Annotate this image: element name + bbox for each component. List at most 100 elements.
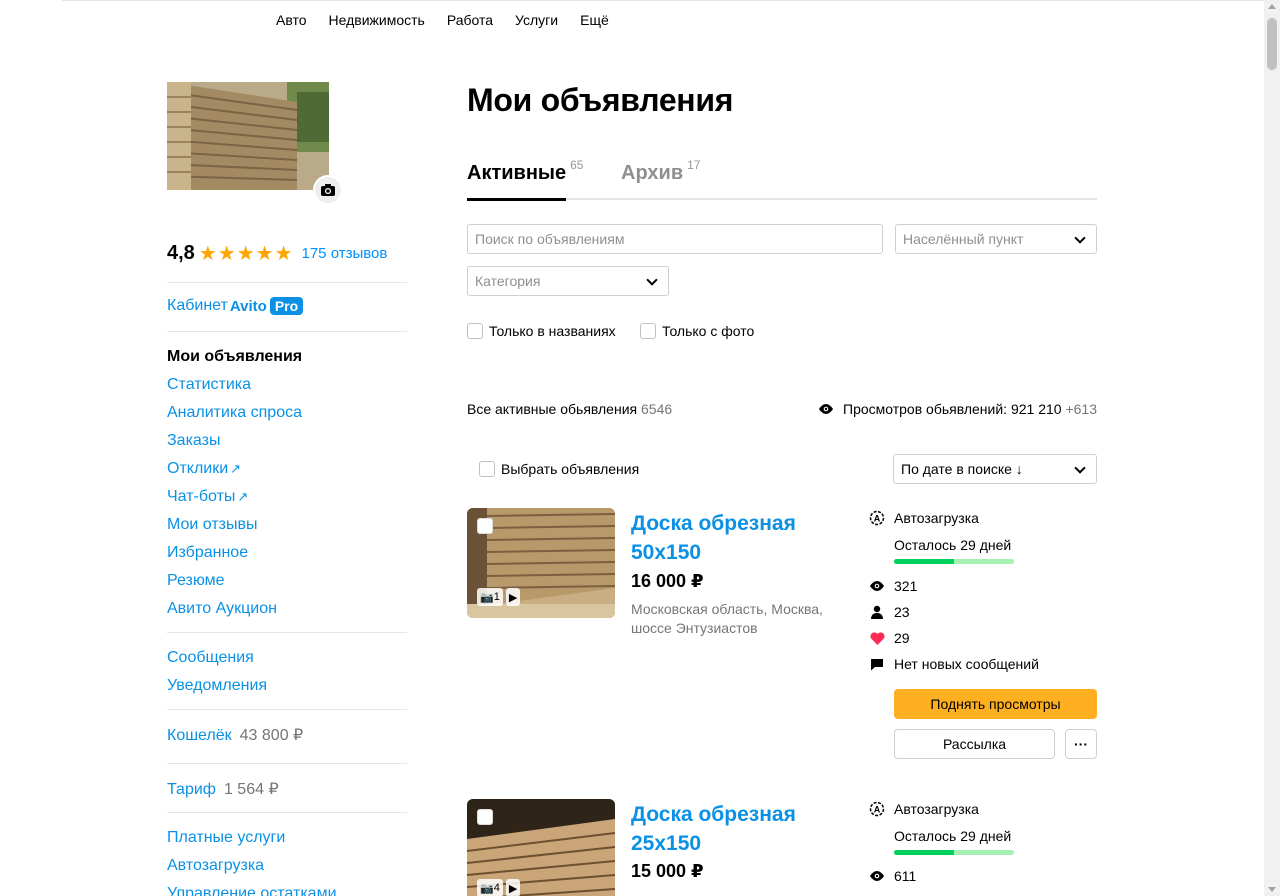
views-count: 611 [894, 868, 917, 884]
eye-icon [819, 404, 833, 414]
sidebar-wallet[interactable]: Кошелёк 43 800 ₽ [167, 725, 303, 745]
nav-jobs[interactable]: Работа [447, 12, 493, 28]
sidebar-divider [167, 812, 407, 813]
nav-services[interactable]: Услуги [515, 12, 558, 28]
autoload-label: Автозагрузка [894, 801, 979, 817]
external-link-icon: ↗ [230, 461, 242, 476]
listing-select-checkbox[interactable] [477, 809, 493, 825]
sidebar-item-notifications[interactable]: Уведомления [167, 676, 267, 704]
listing-photo[interactable]: 📷 1 ▶ [467, 508, 615, 618]
photo-badges: 📷 1 ▶ [477, 588, 521, 606]
sidebar-item-messages[interactable]: Сообщения [167, 648, 267, 676]
play-icon: ▶ [508, 591, 518, 604]
profile-avatar[interactable] [167, 82, 329, 190]
sidebar-item-auction[interactable]: Авито Аукцион [167, 599, 302, 627]
sidebar-divider [167, 632, 407, 633]
city-select[interactable]: Населённый пункт [895, 224, 1097, 254]
views-stat: 321 [869, 578, 917, 594]
top-nav: Авто Недвижимость Работа Услуги Ещё [276, 12, 609, 28]
scrollbar-thumb[interactable] [1267, 18, 1277, 70]
nav-realty[interactable]: Недвижимость [329, 12, 425, 28]
pro-badge: Pro [269, 297, 304, 315]
sort-select[interactable]: По дате в поиске ↓ [893, 454, 1097, 484]
scroll-up-icon[interactable] [1268, 4, 1276, 9]
category-select-placeholder: Категория [475, 273, 541, 289]
raise-views-button[interactable]: Поднять просмотры [894, 689, 1097, 719]
page-scrollbar[interactable] [1264, 0, 1280, 896]
select-ads-label: Выбрать объявления [501, 461, 640, 477]
wallet-value: 43 800 ₽ [239, 727, 304, 744]
checkbox-box [467, 323, 483, 339]
sidebar-item-stock-management[interactable]: Управление остатками [167, 884, 337, 896]
sidebar-item-demand-analytics[interactable]: Аналитика спроса [167, 403, 302, 431]
sidebar-item-paid-services[interactable]: Платные услуги [167, 828, 337, 856]
checkbox-box [640, 323, 656, 339]
tab-archive[interactable]: Архив 17 [621, 158, 700, 185]
tab-active[interactable]: Активные 65 [467, 158, 584, 201]
listing-photo[interactable]: 📷 4 ▶ [467, 799, 615, 896]
sidebar-messages-group: Сообщения Уведомления [167, 648, 267, 704]
scroll-down-icon[interactable] [1268, 887, 1276, 892]
sidebar-tariff[interactable]: Тариф 1 564 ₽ [167, 779, 279, 799]
mailing-button[interactable]: Рассылка [894, 729, 1055, 759]
top-border [62, 0, 1264, 1]
camera-icon: 📷 [480, 882, 494, 895]
only-photo-checkbox[interactable]: Только с фото [640, 323, 754, 339]
city-select-placeholder: Населённый пункт [903, 231, 1024, 247]
favorites-stat: 29 [869, 630, 910, 646]
video-badge: ▶ [505, 879, 521, 896]
remaining-progress-fill [894, 559, 954, 564]
more-actions-button[interactable]: ··· [1065, 729, 1097, 759]
wallet-label: Кошелёк [167, 727, 232, 744]
chevron-down-icon [646, 274, 658, 286]
sidebar-item-resume[interactable]: Резюме [167, 571, 302, 599]
eye-icon [870, 871, 884, 881]
photo-count: 4 [493, 882, 500, 894]
photo-badges: 📷 4 ▶ [477, 879, 521, 896]
tariff-value: 1 564 ₽ [223, 781, 279, 798]
svg-text:A: A [874, 514, 881, 524]
nav-more[interactable]: Ещё [580, 12, 609, 28]
camera-icon [321, 184, 335, 196]
reviews-link[interactable]: 175 отзывов [302, 245, 388, 262]
listing-title[interactable]: Доска обрезная 50х150 [631, 509, 841, 567]
cabinet-pro-link[interactable]: Кабинет Avito Pro [167, 297, 304, 315]
sidebar-divider [167, 709, 407, 710]
star-icon: ★ [274, 242, 293, 265]
listing-select-checkbox[interactable] [477, 518, 493, 534]
only-titles-label: Только в названиях [489, 323, 616, 339]
sidebar-item-autoload[interactable]: Автозагрузка [167, 856, 337, 884]
change-photo-button[interactable] [313, 175, 343, 205]
tab-active-count: 65 [570, 158, 584, 172]
messages-stat: Нет новых сообщений [869, 656, 1039, 672]
messages-status: Нет новых сообщений [894, 656, 1039, 672]
autoload-status: A Автозагрузка [869, 801, 979, 817]
listing-price: 16 000 ₽ [631, 571, 704, 591]
video-badge: ▶ [505, 588, 521, 606]
sidebar-item-favorites[interactable]: Избранное [167, 543, 302, 571]
sidebar-item-statistics[interactable]: Статистика [167, 375, 302, 403]
heart-icon [869, 631, 885, 645]
listing-title[interactable]: Доска обрезная 25х150 [631, 800, 841, 858]
sidebar-item-responses[interactable]: Отклики ↗ [167, 459, 302, 487]
autoload-status: A Автозагрузка [869, 510, 979, 526]
sidebar-item-my-reviews[interactable]: Мои отзывы [167, 515, 302, 543]
search-input[interactable]: Поиск по объявлениям [467, 224, 883, 254]
category-select[interactable]: Категория [467, 266, 669, 296]
tabs: Активные 65 Архив 17 [467, 158, 1097, 201]
autoload-icon: A [869, 510, 885, 526]
remaining-progress [894, 559, 1014, 564]
select-ads-checkbox[interactable]: Выбрать объявления [479, 461, 639, 477]
tab-archive-count: 17 [687, 158, 701, 172]
sidebar-item-my-ads[interactable]: Мои объявления [167, 347, 302, 375]
nav-auto[interactable]: Авто [276, 12, 307, 28]
only-titles-checkbox[interactable]: Только в названиях [467, 323, 616, 339]
sidebar-item-orders[interactable]: Заказы [167, 431, 302, 459]
sidebar-divider [167, 763, 407, 764]
sidebar-item-chatbots[interactable]: Чат-боты ↗ [167, 487, 302, 515]
cabinet-label: Кабинет [167, 297, 228, 314]
star-icon: ★ [255, 242, 274, 265]
photo-count: 1 [493, 591, 500, 603]
favorites-count: 29 [894, 630, 910, 646]
listing-price: 15 000 ₽ [631, 861, 704, 881]
